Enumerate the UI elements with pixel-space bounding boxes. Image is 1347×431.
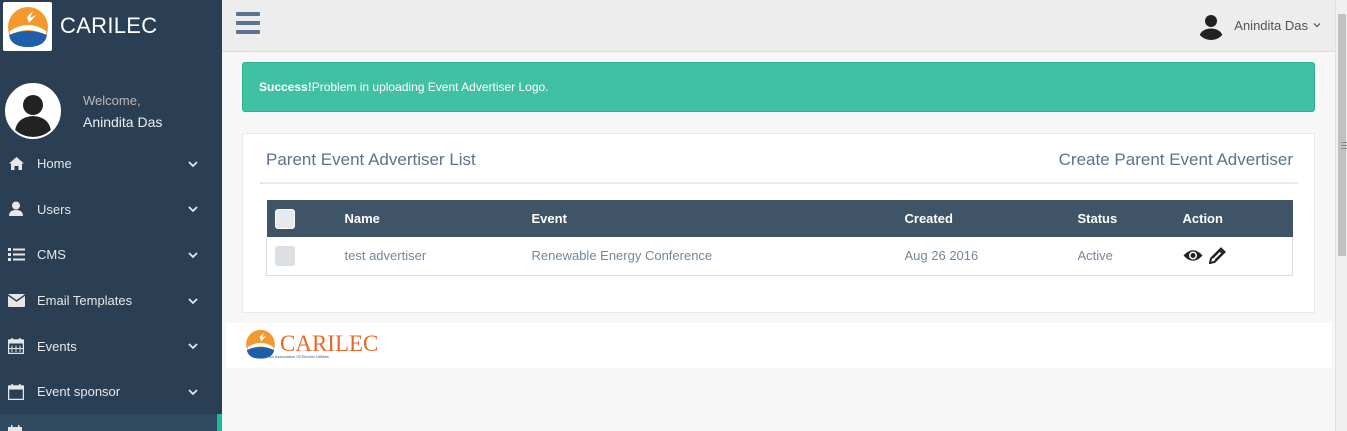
cell-created: Aug 26 2016 xyxy=(904,237,1078,276)
footer: CARILEC An Association Of Electric Utili… xyxy=(226,323,1332,368)
column-header-status[interactable]: Status xyxy=(1077,200,1183,237)
vertical-scrollbar[interactable] xyxy=(1335,0,1347,431)
top-nav: Anindita Das xyxy=(222,0,1335,52)
sidebar-item-active[interactable] xyxy=(0,414,222,431)
chevron-down-icon xyxy=(188,252,198,259)
scrollbar-thumb[interactable] xyxy=(1338,14,1347,256)
list-icon xyxy=(7,246,25,264)
panel-header: Parent Event Advertiser List Create Pare… xyxy=(260,134,1298,184)
cell-event: Renewable Energy Conference xyxy=(531,237,905,276)
select-all-cell xyxy=(266,200,345,237)
column-header-action: Action xyxy=(1182,200,1293,237)
sidebar-item-email-templates[interactable]: Email Templates xyxy=(0,278,222,324)
envelope-icon xyxy=(7,292,25,310)
avatar xyxy=(5,83,61,139)
sidebar-item-label: Home xyxy=(37,156,72,172)
sidebar-item-users[interactable]: Users xyxy=(0,187,222,233)
calendar-icon xyxy=(7,337,25,355)
sidebar: CARILEC Welcome, Anindita Das Home Users… xyxy=(0,0,222,431)
chevron-down-icon xyxy=(188,161,198,168)
sidebar-item-event-sponsor[interactable]: Event sponsor xyxy=(0,369,222,415)
profile-welcome: Welcome, xyxy=(83,92,141,108)
cell-action xyxy=(1182,237,1293,276)
sidebar-item-events[interactable]: Events xyxy=(0,323,222,369)
select-all-checkbox[interactable] xyxy=(274,208,295,229)
row-checkbox[interactable] xyxy=(275,245,295,266)
chevron-down-icon xyxy=(188,389,198,396)
calendar-icon xyxy=(8,425,22,431)
cell-name: test advertiser xyxy=(344,237,532,276)
footer-tagline: An Association Of Electric Utilities xyxy=(269,354,329,359)
column-header-event[interactable]: Event xyxy=(531,200,905,237)
panel-title: Parent Event Advertiser List xyxy=(266,150,476,169)
sidebar-item-home[interactable]: Home xyxy=(0,141,222,187)
create-advertiser-link[interactable]: Create Parent Event Advertiser xyxy=(1059,150,1293,170)
sidebar-menu: Home Users CMS Email Templates Events Ev… xyxy=(0,141,222,415)
carilec-logo xyxy=(3,1,52,51)
column-header-created[interactable]: Created xyxy=(904,200,1078,237)
footer-brand: CARILEC xyxy=(280,330,379,356)
home-icon xyxy=(7,155,25,173)
edit-pencil-icon[interactable] xyxy=(1208,247,1226,265)
advertiser-table: Name Event Created Status Action test ad… xyxy=(266,200,1293,276)
row-select-cell xyxy=(266,237,345,276)
advertiser-list-panel: Parent Event Advertiser List Create Pare… xyxy=(242,133,1315,313)
chevron-down-icon xyxy=(188,206,198,213)
calendar-icon xyxy=(7,383,25,401)
table-row: test advertiser Renewable Energy Confere… xyxy=(266,237,1293,276)
chevron-down-icon xyxy=(1313,23,1321,28)
sidebar-item-label: Events xyxy=(37,338,77,354)
success-alert: Success! Problem in uploading Event Adver… xyxy=(242,62,1315,112)
profile-name: Anindita Das xyxy=(83,113,163,130)
menu-toggle-icon[interactable] xyxy=(236,12,260,34)
user-avatar xyxy=(1196,10,1227,40)
brand[interactable]: CARILEC xyxy=(0,0,222,52)
sidebar-item-label: Event sponsor xyxy=(37,384,121,400)
column-header-name[interactable]: Name xyxy=(344,200,532,237)
profile: Welcome, Anindita Das xyxy=(0,70,222,152)
sidebar-item-label: CMS xyxy=(37,247,66,263)
cell-status: Active xyxy=(1077,237,1183,276)
view-eye-icon[interactable] xyxy=(1183,249,1203,262)
chevron-down-icon xyxy=(188,297,198,304)
sidebar-item-cms[interactable]: CMS xyxy=(0,232,222,278)
alert-message: Problem in uploading Event Advertiser Lo… xyxy=(311,80,549,94)
sidebar-item-label: Email Templates xyxy=(37,293,133,309)
brand-title: CARILEC xyxy=(60,13,158,38)
user-icon xyxy=(7,200,25,218)
user-name: Anindita Das xyxy=(1234,17,1308,33)
chevron-down-icon xyxy=(188,343,198,350)
alert-strong: Success! xyxy=(259,80,312,94)
sidebar-item-label: Users xyxy=(37,201,71,217)
user-dropdown[interactable]: Anindita Das xyxy=(1196,10,1321,40)
